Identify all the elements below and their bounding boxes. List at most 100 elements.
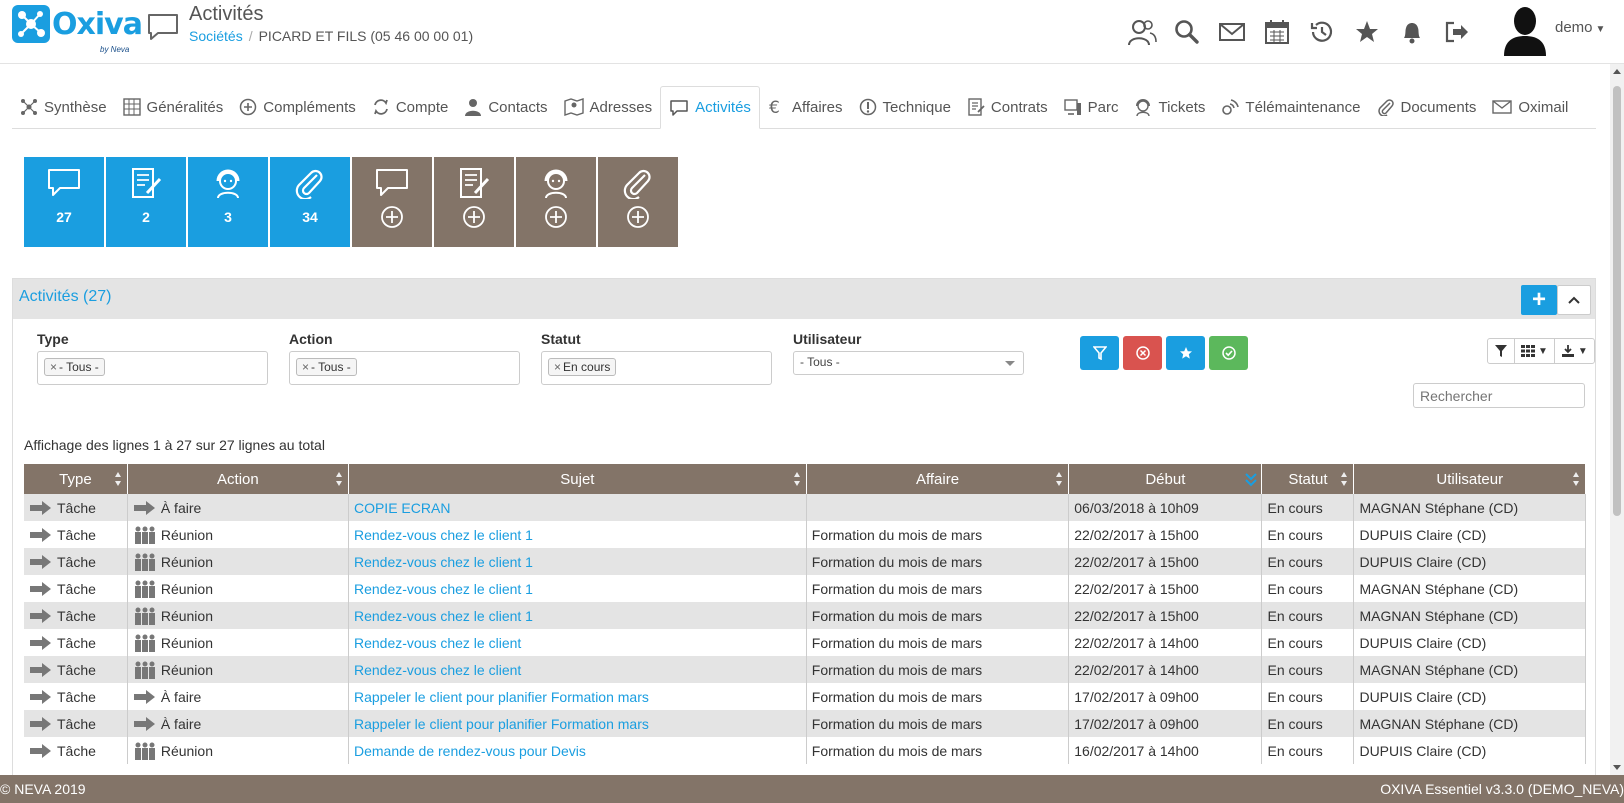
tab-label: Affaires xyxy=(791,98,843,116)
calendar-icon[interactable] xyxy=(1259,16,1294,48)
action-multiselect[interactable]: × - Tous - xyxy=(289,351,520,385)
sujet-link[interactable]: Rappeler le client pour planifier Format… xyxy=(354,716,649,732)
col-utilisateur[interactable]: Utilisateur xyxy=(1353,464,1586,494)
col-affaire[interactable]: Affaire xyxy=(806,464,1070,494)
remove-tag-icon[interactable]: × xyxy=(554,360,561,374)
tab-technique[interactable]: Technique xyxy=(851,86,959,128)
table-row[interactable]: Tâche Réunion Rendez-vous chez le client 1… xyxy=(24,602,1586,629)
tile-documents-count[interactable]: 34 xyxy=(270,157,350,247)
sujet-link[interactable]: Rendez-vous chez le client 1 xyxy=(354,554,533,570)
sujet-link[interactable]: Demande de rendez-vous pour Devis xyxy=(354,743,586,759)
tile-add-ticket[interactable] xyxy=(516,157,596,247)
type-multiselect[interactable]: × - Tous - xyxy=(37,351,268,385)
sujet-link[interactable]: Rappeler le client pour planifier Format… xyxy=(354,689,649,705)
bell-icon[interactable] xyxy=(1394,16,1429,48)
action-text: À faire xyxy=(160,716,202,733)
remove-tag-icon[interactable]: × xyxy=(302,360,309,374)
columns-toggle-button[interactable]: ▼ xyxy=(1515,339,1555,363)
scroll-thumb[interactable] xyxy=(1613,86,1621,516)
filter-tag[interactable]: × En cours xyxy=(548,358,617,376)
tab-documents[interactable]: Documents xyxy=(1369,86,1485,128)
breadcrumb-societes[interactable]: Sociétés xyxy=(189,28,243,44)
tile-tickets-count[interactable]: 3 xyxy=(188,157,268,247)
support-agent-icon xyxy=(544,169,568,199)
tab-generalites[interactable]: Généralités xyxy=(115,86,232,128)
col-debut[interactable]: Début xyxy=(1068,464,1263,494)
statut-multiselect[interactable]: × En cours xyxy=(541,351,772,385)
sujet-link[interactable]: COPIE ECRAN xyxy=(354,500,450,516)
tab-affaires[interactable]: € Affaires xyxy=(760,86,851,128)
table-row[interactable]: Tâche Réunion Rendez-vous chez le client Fo… xyxy=(24,629,1586,656)
col-type[interactable]: Type xyxy=(24,464,128,494)
clear-filter-button[interactable] xyxy=(1123,336,1162,370)
table-row[interactable]: Tâche Réunion Rendez-vous chez le client 1… xyxy=(24,521,1586,548)
history-icon[interactable] xyxy=(1304,16,1339,48)
scroll-up-arrow[interactable] xyxy=(1613,69,1621,74)
sujet-link[interactable]: Rendez-vous chez le client xyxy=(354,662,521,678)
col-action[interactable]: Action xyxy=(127,464,349,494)
tile-add-note[interactable] xyxy=(434,157,514,247)
sort-icon xyxy=(335,472,342,486)
sujet-link[interactable]: Rendez-vous chez le client 1 xyxy=(354,608,533,624)
cell-debut: 22/02/2017 à 15h00 xyxy=(1068,602,1263,629)
validate-filter-button[interactable] xyxy=(1209,336,1248,370)
tab-compte[interactable]: Compte xyxy=(364,86,457,128)
tab-contrats[interactable]: Contrats xyxy=(959,86,1056,128)
table-row[interactable]: Tâche Réunion Rendez-vous chez le client Fo… xyxy=(24,656,1586,683)
tab-adresses[interactable]: Adresses xyxy=(556,86,661,128)
collapse-panel-button[interactable] xyxy=(1557,285,1591,315)
apply-filter-button[interactable] xyxy=(1080,336,1119,370)
tile-activities-count[interactable]: 27 xyxy=(24,157,104,247)
tab-complements[interactable]: Compléments xyxy=(231,86,364,128)
mail-icon[interactable] xyxy=(1214,16,1249,48)
tile-add-document[interactable] xyxy=(598,157,678,247)
table-row[interactable]: Tâche À faire Rappeler le client pour plan… xyxy=(24,683,1586,710)
sujet-link[interactable]: Rendez-vous chez le client 1 xyxy=(354,581,533,597)
action-icon-wrap: Réunion xyxy=(133,661,213,679)
scroll-down-arrow[interactable] xyxy=(1613,765,1621,770)
tab-tickets[interactable]: Tickets xyxy=(1126,86,1213,128)
tab-telemaintenance[interactable]: Télémaintenance xyxy=(1213,86,1368,128)
tab-parc[interactable]: Parc xyxy=(1056,86,1127,128)
utilisateur-select[interactable]: - Tous - xyxy=(793,351,1024,375)
sujet-link[interactable]: Rendez-vous chez le client xyxy=(354,635,521,651)
tab-synthese[interactable]: Synthèse xyxy=(12,86,115,128)
table-row[interactable]: Tâche Réunion Rendez-vous chez le client 1… xyxy=(24,548,1586,575)
users-icon[interactable] xyxy=(1124,16,1159,48)
tab-contacts[interactable]: Contacts xyxy=(456,86,555,128)
col-sujet[interactable]: Sujet xyxy=(348,464,807,494)
filter-tag[interactable]: × - Tous - xyxy=(296,358,357,376)
favorite-filter-button[interactable] xyxy=(1166,336,1205,370)
sujet-link[interactable]: Rendez-vous chez le client 1 xyxy=(354,527,533,543)
table-row[interactable]: Tâche À faire Rappeler le client pour plan… xyxy=(24,710,1586,737)
search-input[interactable] xyxy=(1413,383,1585,408)
logout-icon[interactable] xyxy=(1439,16,1474,48)
plus-icon: + xyxy=(1531,286,1546,313)
oxiva-logo[interactable]: Oxiva by Neva xyxy=(12,5,143,55)
star-icon[interactable] xyxy=(1349,16,1384,48)
filter-tag[interactable]: × - Tous - xyxy=(44,358,105,376)
table-row[interactable]: Tâche Réunion Rendez-vous chez le client 1… xyxy=(24,575,1586,602)
user-menu[interactable]: demo ▼ xyxy=(1555,19,1605,36)
add-activity-button[interactable]: + xyxy=(1521,285,1557,315)
user-avatar[interactable] xyxy=(1502,4,1548,56)
table-row[interactable]: Tâche À faire COPIE ECRAN 06/03/2018 à 10h0… xyxy=(24,494,1586,521)
export-button[interactable]: ▼ xyxy=(1555,339,1594,363)
col-statut[interactable]: Statut xyxy=(1261,464,1355,494)
pagination-info: Affichage des lignes 1 à 27 sur 27 ligne… xyxy=(24,437,325,453)
tab-activites[interactable]: Activités xyxy=(660,86,760,129)
table-row[interactable]: Tâche Réunion Demande de rendez-vous pour … xyxy=(24,737,1586,764)
tile-add-activity[interactable] xyxy=(352,157,432,247)
column-filter-button[interactable] xyxy=(1488,339,1515,363)
search-icon[interactable] xyxy=(1169,16,1204,48)
page-scrollbar[interactable] xyxy=(1610,64,1624,775)
remove-tag-icon[interactable]: × xyxy=(50,360,57,374)
cell-debut: 17/02/2017 à 09h00 xyxy=(1068,683,1263,710)
tab-oximail[interactable]: Oximail xyxy=(1484,86,1576,128)
remote-icon xyxy=(1222,99,1240,115)
cell-action: Réunion xyxy=(127,575,349,602)
cell-debut: 22/02/2017 à 14h00 xyxy=(1068,656,1263,683)
type-text: Tâche xyxy=(57,689,96,706)
tile-notes-count[interactable]: 2 xyxy=(106,157,186,247)
action-text: Réunion xyxy=(160,742,213,759)
